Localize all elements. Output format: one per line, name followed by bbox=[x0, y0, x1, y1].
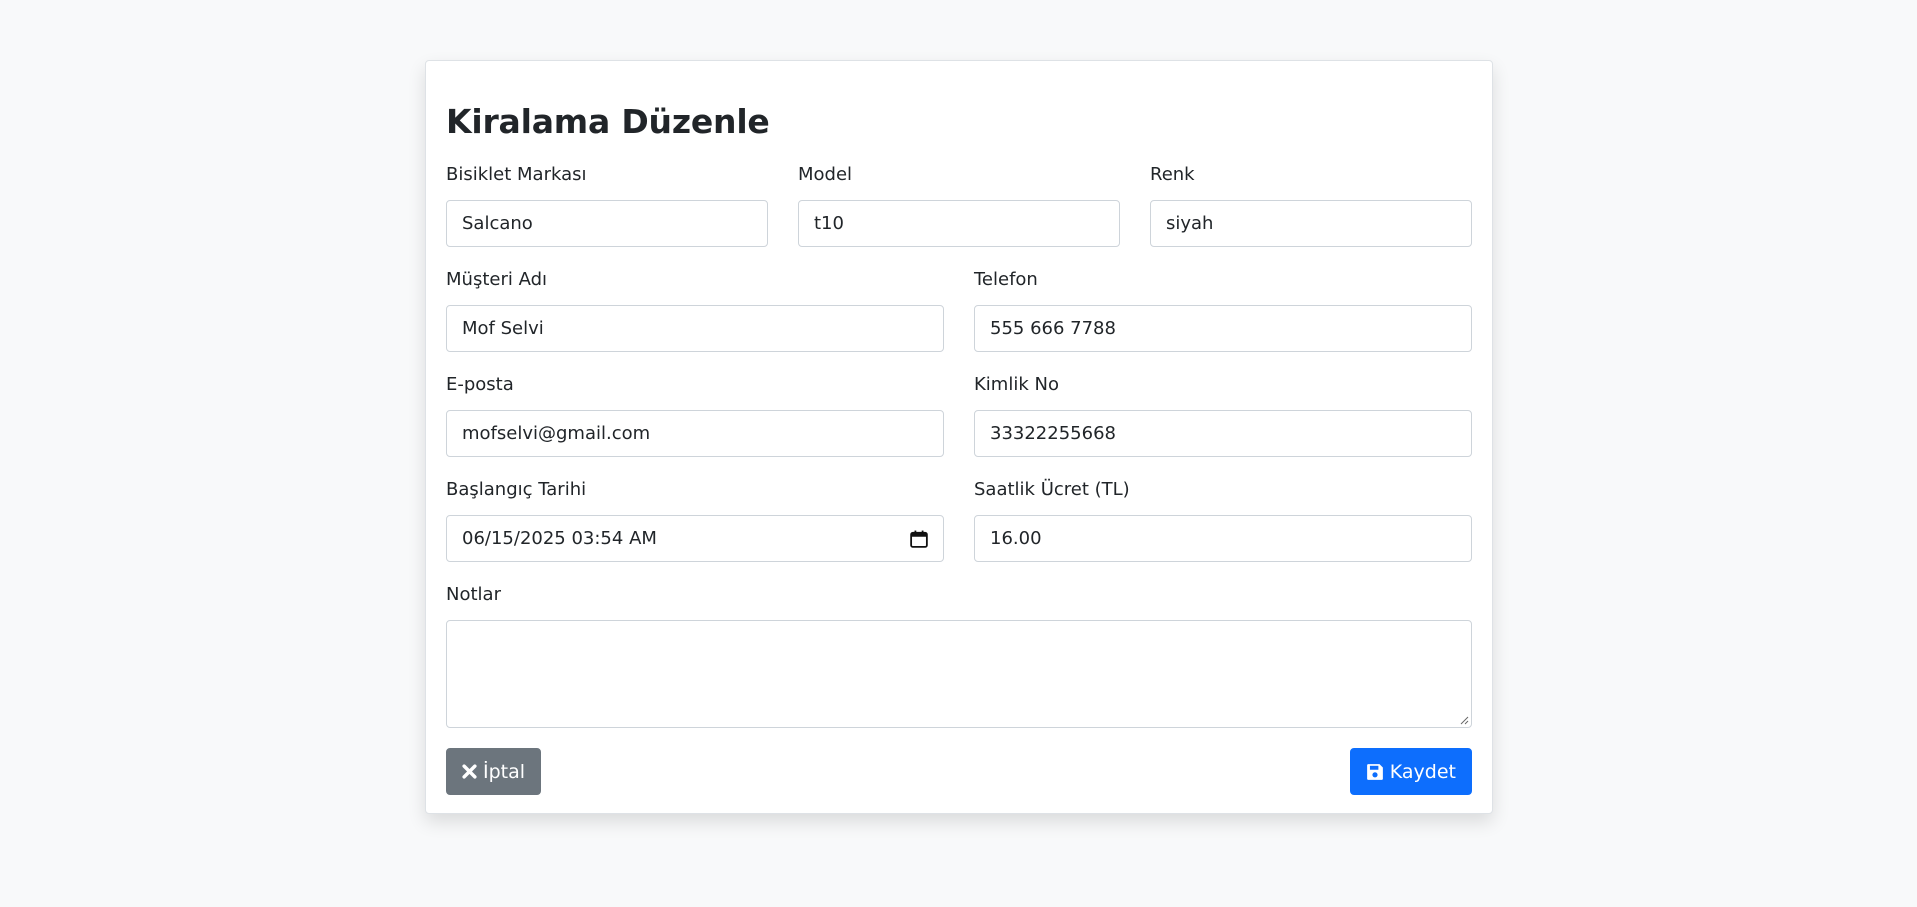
phone-input[interactable]: 555 666 7788 bbox=[974, 305, 1472, 352]
cancel-button-label: İptal bbox=[483, 760, 526, 783]
edit-rental-card: Kiralama Düzenle Bisiklet Markası Salcan… bbox=[425, 60, 1493, 814]
start-date-value: 06/15/2025 03:54 AM bbox=[462, 528, 657, 549]
email-value: mofselvi@gmail.com bbox=[462, 423, 651, 444]
phone-group: Telefon 555 666 7788 bbox=[974, 269, 1472, 352]
notes-label: Notlar bbox=[446, 584, 501, 605]
customer-name-value: Mof Selvi bbox=[462, 318, 544, 339]
rental-row: Başlangıç Tarihi 06/15/2025 03:54 AM Saa… bbox=[446, 479, 1472, 562]
bike-info-row: Bisiklet Markası Salcano Model t10 Renk … bbox=[446, 164, 1472, 247]
customer-name-group: Müşteri Adı Mof Selvi bbox=[446, 269, 944, 352]
email-label: E-posta bbox=[446, 374, 514, 395]
notes-group: Notlar bbox=[446, 584, 1472, 728]
phone-label: Telefon bbox=[974, 269, 1038, 290]
customer-name-label: Müşteri Adı bbox=[446, 269, 547, 290]
contact-row: E-posta mofselvi@gmail.com Kimlik No 333… bbox=[446, 374, 1472, 457]
phone-value: 555 666 7788 bbox=[990, 318, 1116, 339]
brand-group: Bisiklet Markası Salcano bbox=[446, 164, 768, 247]
color-input[interactable]: siyah bbox=[1150, 200, 1472, 247]
start-date-label: Başlangıç Tarihi bbox=[446, 479, 587, 500]
save-icon bbox=[1366, 763, 1384, 781]
calendar-icon[interactable] bbox=[910, 530, 928, 548]
model-value: t10 bbox=[814, 213, 844, 234]
model-input[interactable]: t10 bbox=[798, 200, 1120, 247]
cancel-button[interactable]: İptal bbox=[446, 748, 542, 795]
email-group: E-posta mofselvi@gmail.com bbox=[446, 374, 944, 457]
save-button[interactable]: Kaydet bbox=[1349, 748, 1472, 795]
hourly-rate-input[interactable]: 16.00 bbox=[974, 515, 1472, 562]
customer-row: Müşteri Adı Mof Selvi Telefon 555 666 77… bbox=[446, 269, 1472, 352]
id-no-group: Kimlik No 33322255668 bbox=[974, 374, 1472, 457]
brand-input[interactable]: Salcano bbox=[446, 200, 768, 247]
id-no-label: Kimlik No bbox=[974, 374, 1059, 395]
hourly-rate-value: 16.00 bbox=[990, 528, 1042, 549]
notes-textarea[interactable] bbox=[446, 620, 1472, 728]
form-actions: İptal Kaydet bbox=[446, 748, 1472, 795]
start-date-group: Başlangıç Tarihi 06/15/2025 03:54 AM bbox=[446, 479, 944, 562]
save-button-label: Kaydet bbox=[1389, 760, 1456, 783]
brand-label: Bisiklet Markası bbox=[446, 164, 587, 185]
model-label: Model bbox=[798, 164, 853, 185]
color-value: siyah bbox=[1166, 213, 1214, 234]
brand-value: Salcano bbox=[462, 213, 533, 234]
color-group: Renk siyah bbox=[1150, 164, 1472, 247]
model-group: Model t10 bbox=[798, 164, 1120, 247]
hourly-rate-group: Saatlik Ücret (TL) 16.00 bbox=[974, 479, 1472, 562]
customer-name-input[interactable]: Mof Selvi bbox=[446, 305, 944, 352]
resize-grip-icon[interactable] bbox=[1459, 715, 1469, 725]
id-no-input[interactable]: 33322255668 bbox=[974, 410, 1472, 457]
start-date-input[interactable]: 06/15/2025 03:54 AM bbox=[446, 515, 944, 562]
page-title: Kiralama Düzenle bbox=[446, 102, 770, 141]
email-input[interactable]: mofselvi@gmail.com bbox=[446, 410, 944, 457]
id-no-value: 33322255668 bbox=[990, 423, 1116, 444]
color-label: Renk bbox=[1150, 164, 1195, 185]
hourly-rate-label: Saatlik Ücret (TL) bbox=[974, 479, 1130, 500]
close-icon bbox=[462, 764, 477, 779]
